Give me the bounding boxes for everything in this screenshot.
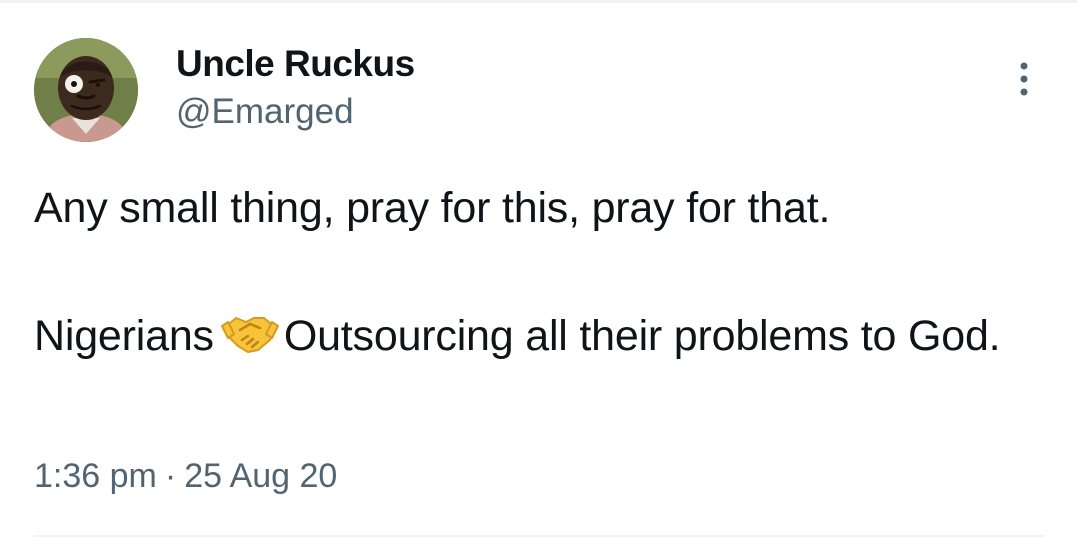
more-vertical-icon (1020, 62, 1028, 96)
tweet-line-1: Any small thing, pray for this, pray for… (34, 184, 831, 232)
author-display-name[interactable]: Uncle Ruckus (176, 42, 415, 86)
more-options-button[interactable] (1008, 58, 1040, 100)
meta-separator: · (164, 457, 177, 495)
bottom-divider (34, 535, 1044, 537)
tweet-timestamp[interactable]: 1:36 pm · 25 Aug 20 (34, 454, 337, 498)
tweet-line-2: Nigerians Outsourcing all their problems… (34, 304, 1044, 368)
tweet-text: Any small thing, pray for this, pray for… (34, 176, 1044, 368)
handshake-icon (220, 317, 279, 353)
tweet-text-before-emoji: Nigerians (34, 312, 214, 360)
author-handle[interactable]: @Emarged (176, 90, 354, 134)
tweet-card: Uncle Ruckus @Emarged Any small thing, p… (0, 0, 1077, 539)
top-divider (0, 0, 1077, 3)
tweet-date: 25 Aug 20 (184, 457, 338, 495)
cartoon-avatar-icon (34, 38, 138, 142)
avatar[interactable] (34, 38, 138, 142)
tweet-text-after-emoji: Outsourcing all their problems to God. (283, 312, 1001, 360)
tweet-time: 1:36 pm (34, 457, 157, 495)
